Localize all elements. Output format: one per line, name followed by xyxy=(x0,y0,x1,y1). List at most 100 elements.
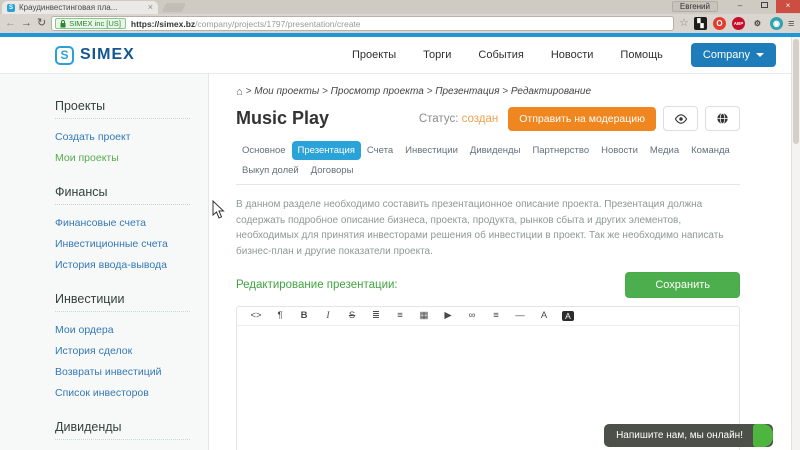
red-circle-extension-icon[interactable]: O xyxy=(713,17,726,30)
main-nav: Проекты Торги События Новости Помощь xyxy=(352,49,663,61)
public-globe-button[interactable] xyxy=(705,106,740,131)
window-controls: Евгений – × xyxy=(671,0,800,13)
minimize-button[interactable]: – xyxy=(728,0,752,13)
sidebar-link[interactable]: Мои проекты xyxy=(55,152,190,164)
breadcrumb-item[interactable]: Мои проекты xyxy=(254,86,319,97)
status-badge: создан xyxy=(461,112,499,125)
sidebar-section-title: Финансы xyxy=(55,185,108,199)
page-scrollbar[interactable] xyxy=(791,37,800,450)
italic-icon[interactable]: I xyxy=(316,307,340,325)
bold-icon-glyph: B xyxy=(300,310,308,321)
strikethrough-icon[interactable]: S xyxy=(340,307,364,325)
browser-tab[interactable]: S Краудинвестинговая пла... × xyxy=(2,1,158,14)
security-badge[interactable]: SIMEX inc [US] xyxy=(55,18,126,29)
scrollbar-thumb[interactable] xyxy=(793,39,799,144)
home-icon[interactable]: ⌂ xyxy=(236,86,243,97)
nav-item[interactable]: События xyxy=(478,49,523,61)
project-tab[interactable]: Инвестиции xyxy=(399,141,464,160)
background-color-icon[interactable]: A xyxy=(556,307,580,326)
sidebar-section: Финансы Финансовые счета Инвестиционные сч… xyxy=(55,185,190,271)
project-tab[interactable]: Выкуп долей xyxy=(236,161,305,180)
font-color-icon[interactable]: A xyxy=(532,307,556,325)
project-tab[interactable]: Счета xyxy=(361,141,399,160)
project-tab[interactable]: Новости xyxy=(595,141,644,160)
forward-icon[interactable]: → xyxy=(21,18,32,29)
save-button[interactable]: Сохранить xyxy=(625,272,740,298)
url-bar[interactable]: SIMEX inc [US] https://simex.bz/company/… xyxy=(51,16,675,31)
site-header: S SIMEX Проекты Торги События Новости Помощь… xyxy=(0,37,800,74)
edit-row: Редактирование презентации: Сохранить xyxy=(236,272,740,298)
project-tab[interactable]: Договоры xyxy=(305,161,360,180)
link-icon[interactable]: ∞ xyxy=(460,307,484,325)
paragraph-icon-glyph: ¶ xyxy=(277,310,283,321)
sidebar-link[interactable]: Возвраты инвестиций xyxy=(55,366,190,378)
chrome-profile-name[interactable]: Евгений xyxy=(671,1,718,12)
nav-item[interactable]: Торги xyxy=(423,49,451,61)
sidebar-link[interactable]: История сделок xyxy=(55,345,190,357)
breadcrumb-item[interactable]: Презентация xyxy=(435,86,499,97)
horizontal-rule-icon[interactable]: — xyxy=(508,307,532,325)
preview-eye-button[interactable] xyxy=(663,106,698,131)
chat-widget[interactable]: Напишите нам, мы онлайн! xyxy=(604,424,773,447)
section-description: В данном разделе необходимо составить пр… xyxy=(236,199,724,257)
divider xyxy=(55,311,190,312)
sidebar-section-title: Проекты xyxy=(55,99,106,113)
globe-icon xyxy=(717,112,728,125)
video-icon[interactable]: ▶ xyxy=(436,307,460,325)
checkerboard-extension-icon[interactable]: ▚ xyxy=(694,17,707,30)
sidebar-link[interactable]: Мои ордера xyxy=(55,324,190,336)
sidebar-link[interactable]: Инвестиционные счета xyxy=(55,238,190,250)
new-tab-button[interactable] xyxy=(161,3,187,12)
refresh-icon[interactable]: ↻ xyxy=(37,18,46,29)
code-icon-glyph: <> xyxy=(250,310,262,321)
chrome-menu-icon[interactable]: ≡ xyxy=(788,18,795,30)
nav-item[interactable]: Помощь xyxy=(620,49,663,61)
sidebar-link[interactable]: История ввода-вывода xyxy=(55,259,190,271)
simex-logo-icon: S xyxy=(55,45,74,65)
nav-item[interactable]: Новости xyxy=(551,49,594,61)
breadcrumb-item[interactable]: Редактирование xyxy=(511,86,591,97)
maximize-icon xyxy=(760,2,768,8)
close-button[interactable]: × xyxy=(776,0,800,13)
divider xyxy=(55,439,190,440)
sidebar-section-title: Инвестиции xyxy=(55,292,125,306)
security-badge-label: SIMEX inc [US] xyxy=(69,19,121,28)
editor-toolbar: <> ¶ B I S ≣ ≡ ▦ ▶ ∞ ≡ — A A xyxy=(237,307,739,326)
project-tab[interactable]: Дивиденды xyxy=(464,141,527,160)
align-icon[interactable]: ≡ xyxy=(484,307,508,325)
project-tab[interactable]: Медиа xyxy=(644,141,685,160)
chevron-down-icon xyxy=(756,53,764,57)
nav-item[interactable]: Проекты xyxy=(352,49,396,61)
link-icon-glyph: ∞ xyxy=(468,310,476,321)
gear-extension-icon[interactable]: ⚙ xyxy=(751,17,764,30)
extension-icons: ▚ O ABP ⚙ ◉ xyxy=(694,17,783,30)
ordered-list-icon[interactable]: ≣ xyxy=(364,307,388,325)
tab-close-icon[interactable]: × xyxy=(148,3,153,12)
unordered-list-icon[interactable]: ≡ xyxy=(388,307,412,325)
project-tab[interactable]: Партнерство xyxy=(526,141,595,160)
video-icon-glyph: ▶ xyxy=(444,310,452,321)
simex-logo-text: SIMEX xyxy=(80,46,135,63)
simex-logo[interactable]: S SIMEX xyxy=(55,45,135,65)
send-to-moderation-button[interactable]: Отправить на модерацию xyxy=(508,106,656,131)
url-text: https://simex.bz/company/projects/1797/p… xyxy=(131,19,361,29)
adblock-extension-icon[interactable]: ABP xyxy=(732,17,745,30)
project-tab[interactable]: Основное xyxy=(236,141,292,160)
bold-icon[interactable]: B xyxy=(292,307,316,325)
bookmark-star-icon[interactable]: ☆ xyxy=(679,18,689,29)
company-menu-button[interactable]: Company xyxy=(690,43,776,67)
project-tab[interactable]: Презентация xyxy=(291,141,361,160)
sidebar-link[interactable]: Финансовые счета xyxy=(55,217,190,229)
page-title: Music Play xyxy=(236,108,330,128)
back-icon[interactable]: ← xyxy=(5,18,16,29)
code-icon[interactable]: <> xyxy=(244,307,268,325)
image-icon[interactable]: ▦ xyxy=(412,307,436,325)
paragraph-icon[interactable]: ¶ xyxy=(268,307,292,325)
status-label: Статус: xyxy=(418,112,459,125)
breadcrumb-item[interactable]: Просмотр проекта xyxy=(331,86,424,97)
maximize-button[interactable] xyxy=(752,0,776,13)
sidebar-link[interactable]: Список инвесторов xyxy=(55,387,190,399)
sidebar-link[interactable]: Создать проект xyxy=(55,131,190,143)
eye-extension-icon[interactable]: ◉ xyxy=(770,17,783,30)
project-tab[interactable]: Команда xyxy=(685,141,736,160)
